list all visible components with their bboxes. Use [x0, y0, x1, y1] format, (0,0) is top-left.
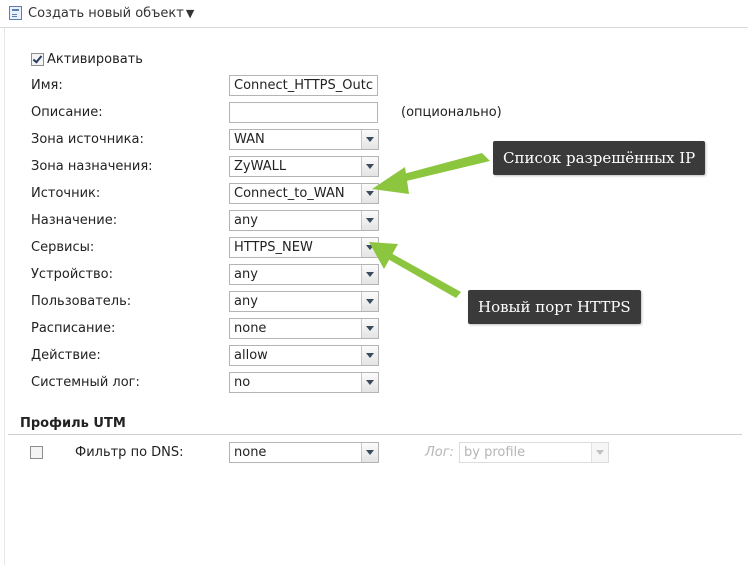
syslog-select[interactable]: no [229, 372, 379, 393]
schedule-select[interactable]: none [229, 318, 379, 339]
action-label: Действие: [31, 348, 101, 363]
schedule-value: none [234, 321, 267, 336]
syslog-row: Системный лог: no [0, 372, 748, 394]
source-label: Источник: [31, 186, 101, 201]
chevron-down-icon[interactable] [361, 319, 378, 338]
source-value: Connect_to_WAN [234, 186, 345, 201]
chevron-down-icon[interactable] [361, 373, 378, 392]
description-label: Описание: [31, 105, 103, 120]
log-select[interactable]: by profile [459, 442, 609, 463]
toolbar: Создать новый объект ▼ [0, 0, 748, 28]
services-select[interactable]: HTTPS_NEW [229, 237, 379, 258]
syslog-value: no [234, 375, 251, 390]
log-value: by profile [464, 445, 526, 460]
device-row: Устройство: any [0, 264, 748, 286]
source-zone-label: Зона источника: [31, 132, 144, 147]
source-zone-select[interactable]: WAN [229, 129, 379, 150]
user-value: any [234, 294, 258, 309]
user-label: Пользователь: [31, 294, 132, 309]
activate-row: Активировать [0, 51, 748, 73]
source-select[interactable]: Connect_to_WAN [229, 183, 379, 204]
services-row: Сервисы: HTTPS_NEW [0, 237, 748, 259]
chevron-down-icon[interactable] [361, 184, 378, 203]
section-divider [8, 434, 742, 435]
destination-value: any [234, 213, 258, 228]
create-new-object-label: Создать новый объект [28, 5, 184, 21]
device-select[interactable]: any [229, 264, 379, 285]
ip-list-callout: Список разрешённых IP [493, 141, 706, 175]
name-row: Имя: Connect_HTTPS_Outc [0, 75, 748, 97]
chevron-down-icon [591, 443, 608, 462]
schedule-label: Расписание: [31, 321, 116, 336]
create-new-object-button[interactable]: Создать новый объект ▼ [9, 4, 194, 22]
dest-zone-value: ZyWALL [234, 159, 287, 174]
log-label: Лог: [425, 445, 454, 460]
action-row: Действие: allow [0, 345, 748, 367]
https-port-callout: Новый порт HTTPS [468, 290, 641, 324]
activate-checkbox[interactable] [31, 53, 44, 66]
chevron-down-icon[interactable] [361, 346, 378, 365]
activate-label: Активировать [47, 52, 143, 67]
utm-profile-title: Профиль UTM [20, 416, 126, 431]
description-input[interactable] [229, 102, 378, 123]
device-label: Устройство: [31, 267, 114, 282]
description-row: Описание: (опционально) [0, 102, 748, 124]
destination-label: Назначение: [31, 213, 118, 228]
optional-hint: (опционально) [401, 105, 502, 120]
dns-filter-checkbox[interactable] [30, 446, 43, 459]
chevron-down-icon[interactable]: ▼ [186, 7, 194, 20]
dns-filter-select[interactable]: none [229, 442, 379, 463]
chevron-down-icon[interactable] [361, 157, 378, 176]
dest-zone-label: Зона назначения: [31, 159, 153, 174]
services-label: Сервисы: [31, 240, 95, 255]
destination-select[interactable]: any [229, 210, 379, 231]
dns-filter-value: none [234, 445, 267, 460]
services-value: HTTPS_NEW [234, 240, 313, 255]
chevron-down-icon[interactable] [361, 443, 378, 462]
action-select[interactable]: allow [229, 345, 379, 366]
chevron-down-icon[interactable] [361, 211, 378, 230]
name-label: Имя: [31, 78, 63, 93]
chevron-down-icon[interactable] [361, 238, 378, 257]
user-select[interactable]: any [229, 291, 379, 312]
dest-zone-select[interactable]: ZyWALL [229, 156, 379, 177]
chevron-down-icon[interactable] [361, 265, 378, 284]
dns-filter-label: Фильтр по DNS: [75, 445, 184, 460]
new-object-icon [9, 6, 22, 20]
syslog-label: Системный лог: [31, 375, 140, 390]
source-zone-value: WAN [234, 132, 265, 147]
name-input[interactable]: Connect_HTTPS_Outc [229, 75, 378, 96]
chevron-down-icon[interactable] [361, 292, 378, 311]
action-value: allow [234, 348, 268, 363]
dns-filter-row: Фильтр по DNS: none Лог: by profile [0, 442, 748, 464]
destination-row: Назначение: any [0, 210, 748, 232]
device-value: any [234, 267, 258, 282]
chevron-down-icon[interactable] [361, 130, 378, 149]
source-row: Источник: Connect_to_WAN [0, 183, 748, 205]
